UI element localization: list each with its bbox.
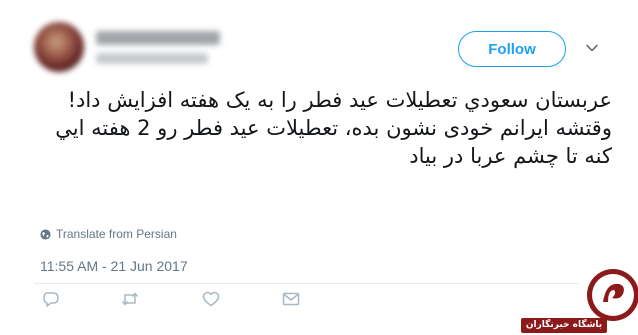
heart-icon[interactable] bbox=[202, 291, 220, 307]
translate-label: Translate from Persian bbox=[56, 227, 177, 241]
envelope-icon[interactable] bbox=[282, 291, 300, 307]
chevron-down-icon[interactable] bbox=[584, 40, 600, 56]
reply-icon[interactable] bbox=[42, 291, 60, 307]
follow-button[interactable]: Follow bbox=[458, 31, 566, 67]
tweet-text-paragraph: عربستان سعودي تعطيلات عيد فطر را به يک ه… bbox=[67, 88, 612, 112]
timestamp[interactable]: 11:55 AM - 21 Jun 2017 bbox=[40, 258, 188, 274]
avatar[interactable] bbox=[34, 22, 84, 72]
display-name-blurred[interactable] bbox=[96, 31, 220, 45]
tweet-text-paragraph: وقتشه ايرانم خودی نشون بده، تعطيلات عيد … bbox=[55, 116, 612, 168]
username-blurred[interactable] bbox=[96, 53, 208, 64]
translate-link[interactable]: Translate from Persian bbox=[40, 227, 177, 241]
tweet-text: عربستان سعودي تعطيلات عيد فطر را به يک ه… bbox=[34, 86, 612, 170]
globe-icon bbox=[40, 228, 51, 240]
tweet-card: Follow عربستان سعودي تعطيلات عيد فطر را … bbox=[0, 0, 638, 335]
retweet-icon[interactable] bbox=[121, 291, 139, 307]
divider bbox=[34, 283, 579, 284]
watermark-label: باشگاه خبرنگاران bbox=[521, 318, 607, 333]
